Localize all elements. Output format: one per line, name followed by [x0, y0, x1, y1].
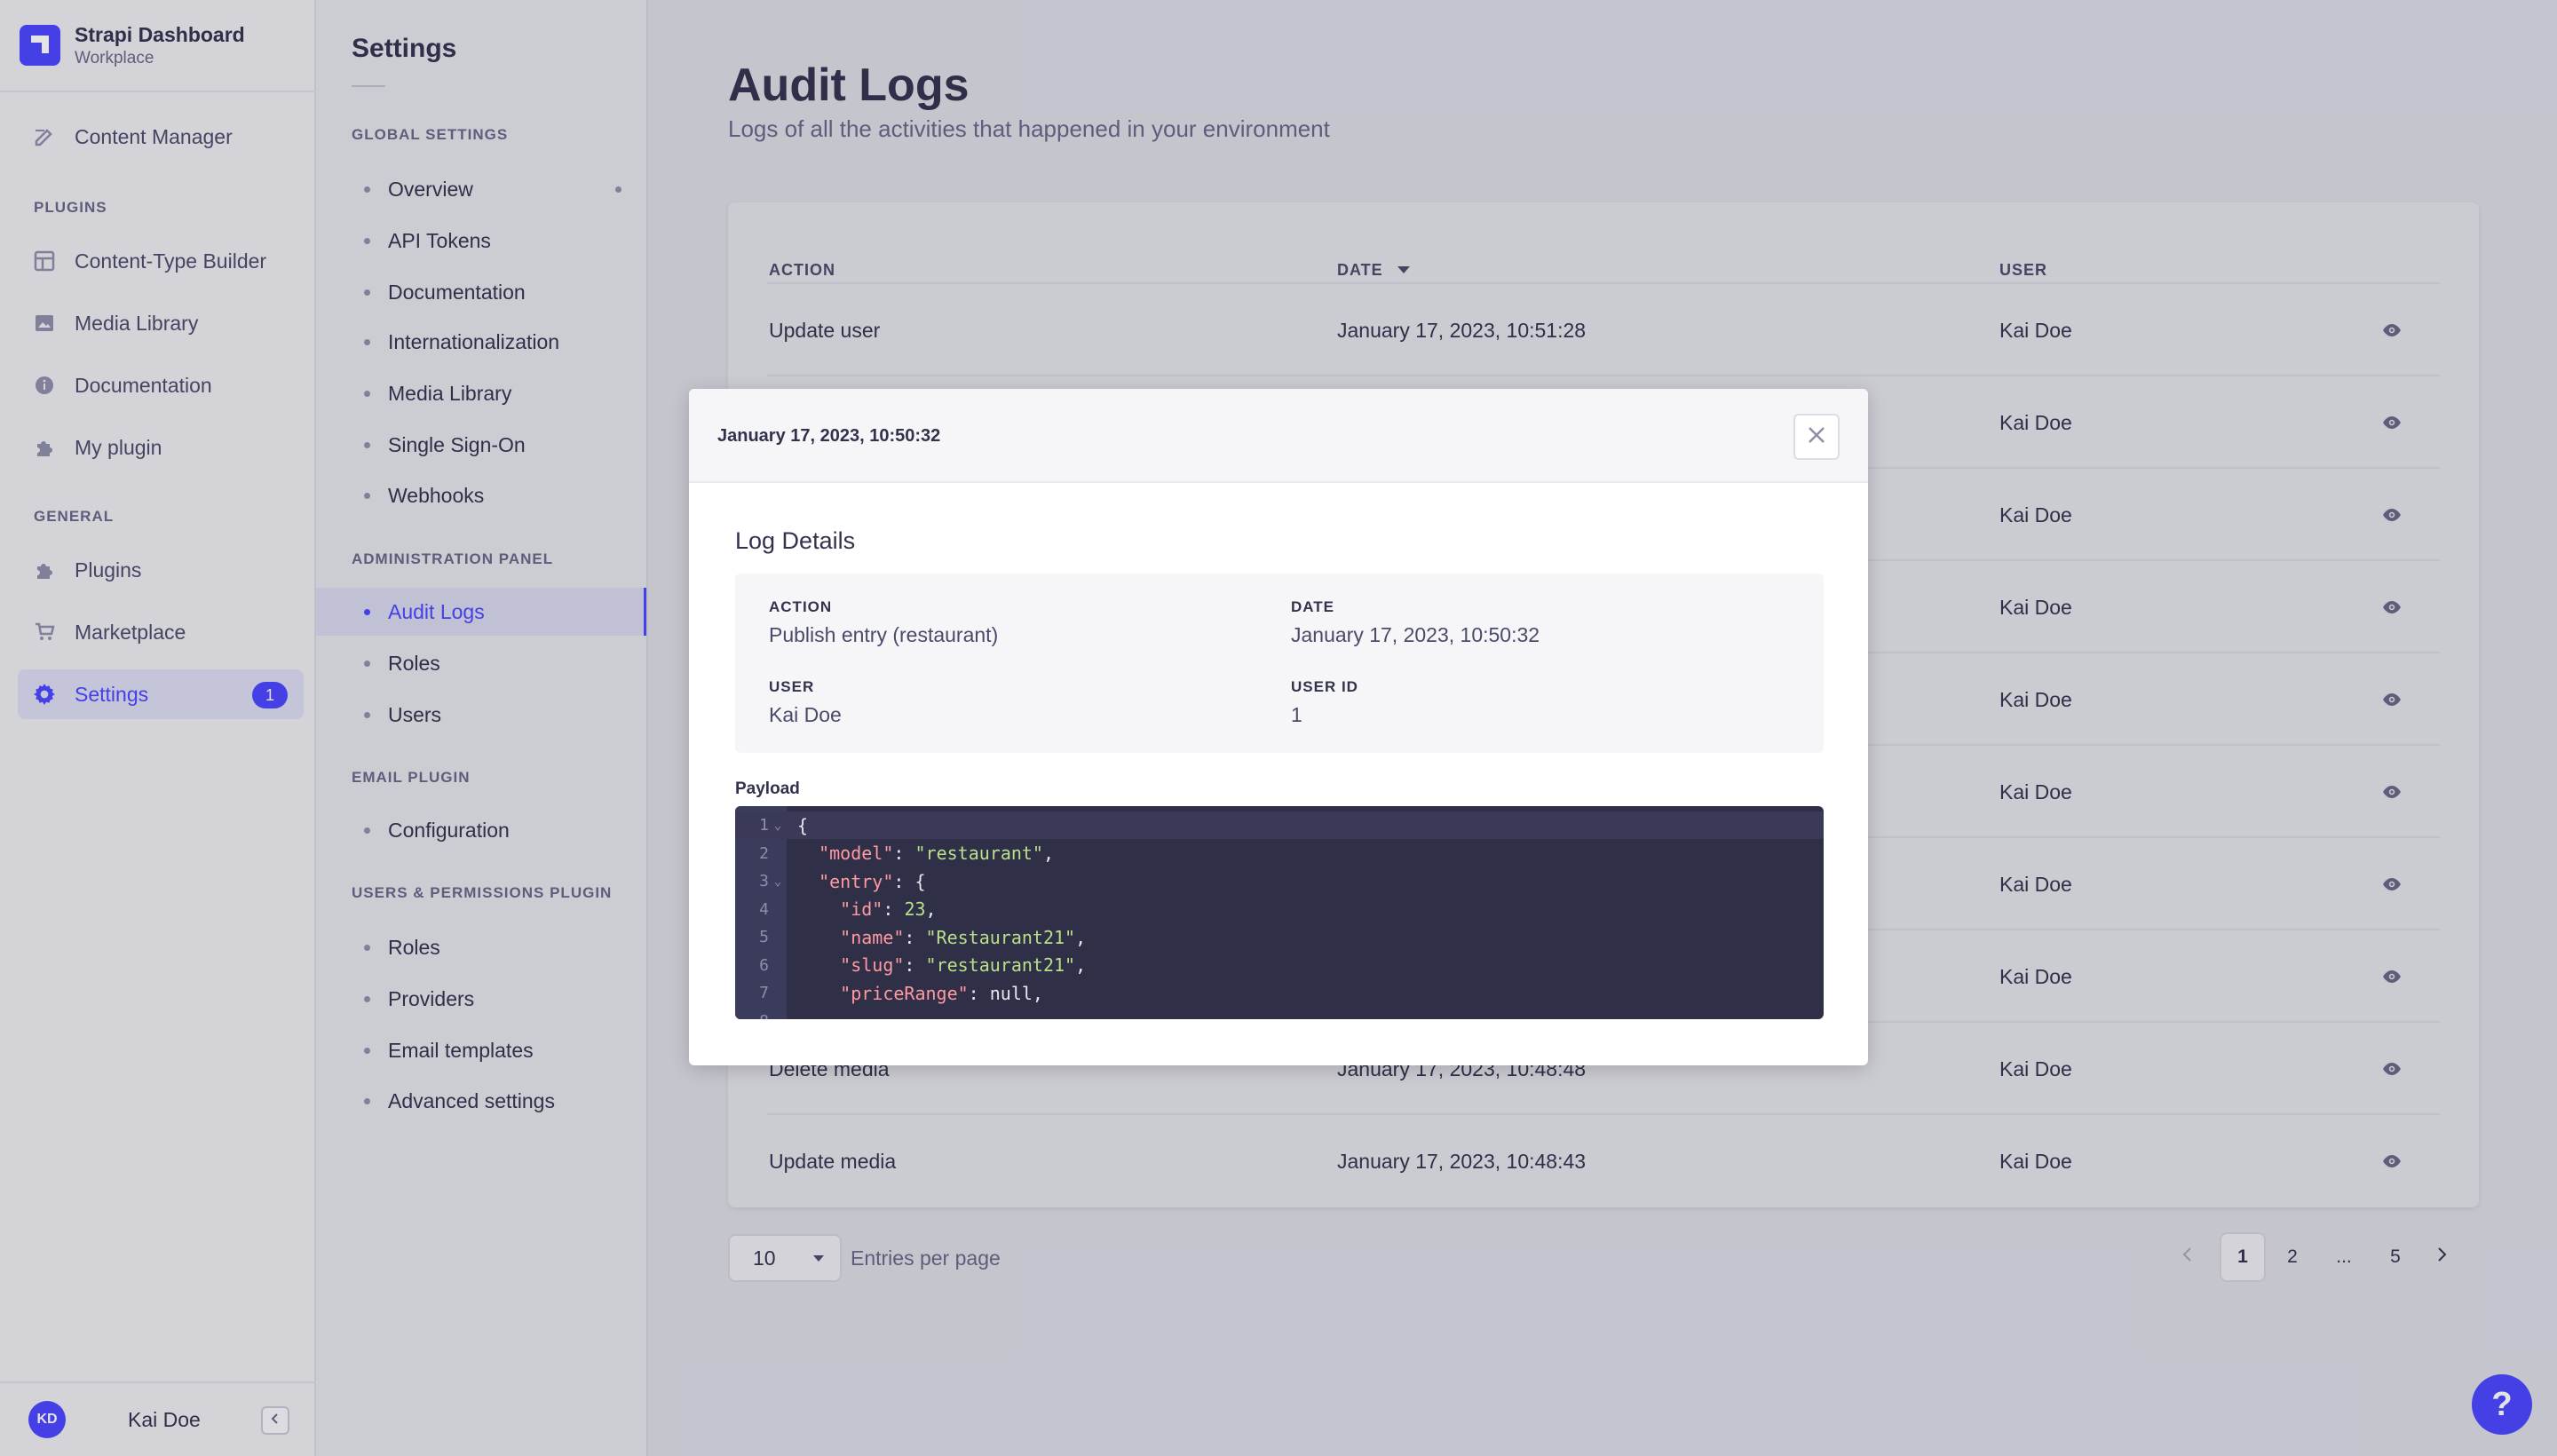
line-number: 5 — [759, 928, 769, 946]
line-number: 8 — [735, 1012, 769, 1020]
code-line: 7 "priceRange": null, — [735, 979, 1824, 1007]
line-number: 3 — [759, 872, 769, 890]
modal-title: January 17, 2023, 10:50:32 — [717, 426, 941, 446]
code-line: 3 ⌄ "entry": { — [735, 867, 1824, 895]
detail-user-value: Kai Doe — [769, 703, 842, 726]
payload-label: Payload — [735, 779, 800, 798]
payload-code-editor[interactable]: 1 ⌄{2 "model": "restaurant", 3 ⌄ "entry": {… — [735, 806, 1824, 1019]
detail-user-label: USER — [769, 678, 815, 695]
detail-date-label: DATE — [1291, 598, 1335, 615]
code-text: { — [797, 814, 809, 836]
code-line: 6 "slug": "restaurant21", — [735, 952, 1824, 979]
code-text: "name": "Restaurant21", — [840, 926, 1087, 948]
fold-chevron-icon[interactable]: ⌄ — [769, 819, 787, 833]
code-text: "slug": "restaurant21", — [840, 954, 1087, 976]
close-icon — [1807, 425, 1826, 449]
log-details-modal: January 17, 2023, 10:50:32 Log Details A… — [689, 389, 1868, 1065]
code-line: 2 "model": "restaurant", — [735, 840, 1824, 867]
line-number: 2 — [759, 843, 769, 863]
code-line: 4 "id": 23, — [735, 896, 1824, 923]
line-number: 6 — [759, 955, 769, 975]
detail-date-value: January 17, 2023, 10:50:32 — [1291, 623, 1540, 646]
code-line: 5 "name": "Restaurant21", — [735, 923, 1824, 951]
line-number: 4 — [759, 899, 769, 919]
code-text: "priceRange": null, — [840, 982, 1043, 1004]
close-modal-button[interactable] — [1793, 414, 1840, 460]
detail-userid-value: 1 — [1291, 703, 1302, 726]
code-text: "id": 23, — [840, 898, 937, 920]
detail-action-value: Publish entry (restaurant) — [769, 623, 999, 646]
fold-chevron-icon[interactable]: ⌄ — [769, 874, 787, 889]
detail-action-label: ACTION — [769, 598, 833, 615]
log-details-heading: Log Details — [735, 527, 856, 554]
line-number: 7 — [759, 984, 769, 1002]
code-text: "model": "restaurant", — [819, 843, 1055, 864]
modal-header: January 17, 2023, 10:50:32 — [689, 389, 1868, 483]
code-line: 1 ⌄ { — [735, 811, 1824, 839]
code-line: 8 — [735, 1008, 1824, 1020]
line-number: 1 — [759, 816, 769, 835]
detail-userid-label: USER ID — [1291, 678, 1358, 695]
code-text: "entry": { — [819, 870, 926, 892]
log-details-box: ACTION Publish entry (restaurant) DATE J… — [735, 574, 1824, 753]
